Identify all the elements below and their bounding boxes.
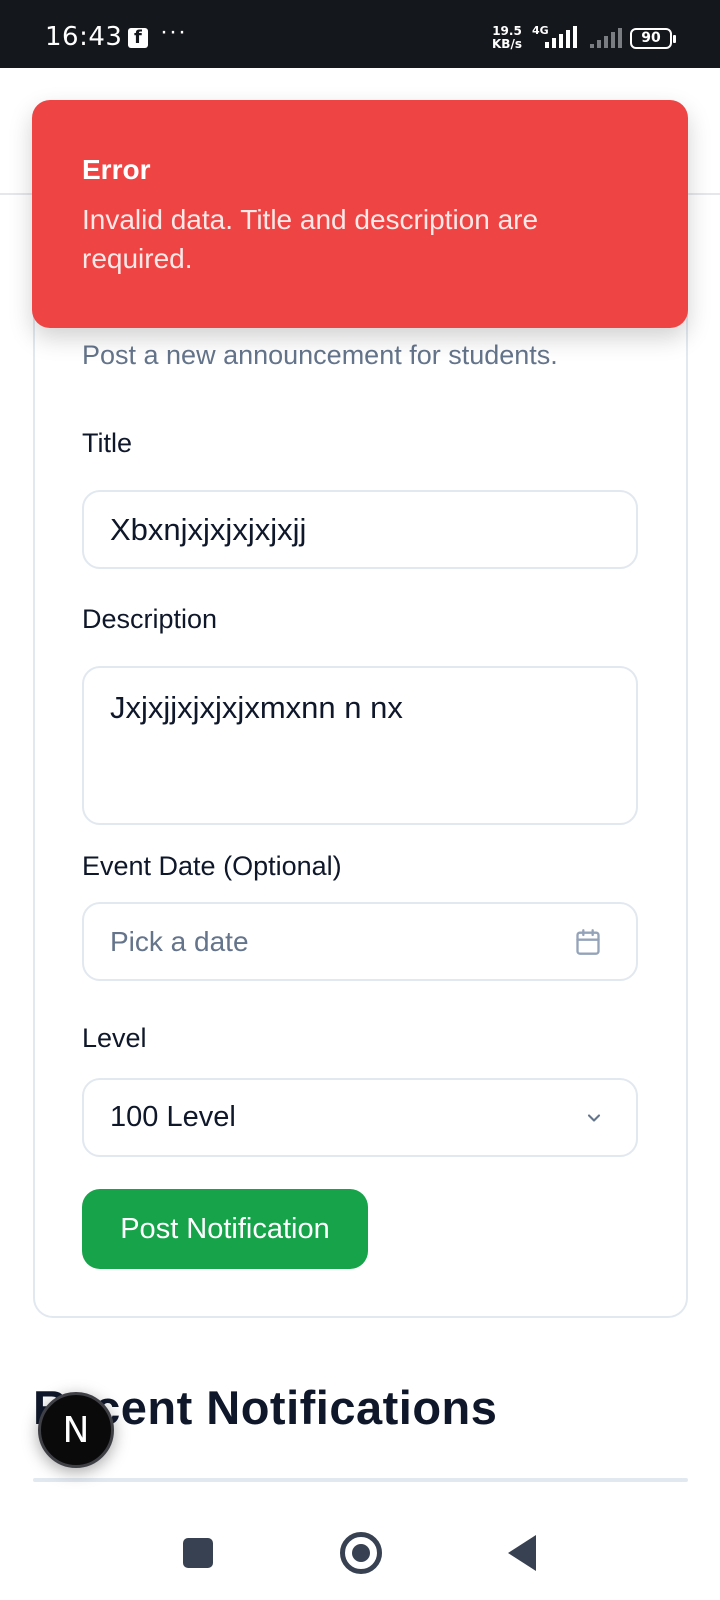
facebook-icon: f <box>128 27 148 48</box>
title-label: Title <box>82 428 133 458</box>
signal-strength-icon <box>545 26 577 48</box>
post-notification-button[interactable]: Post Notification <box>82 1189 368 1269</box>
calendar-icon <box>576 929 600 955</box>
battery-icon: 90 <box>630 28 676 49</box>
event-date-label: Event Date (Optional) <box>82 851 342 881</box>
event-date-placeholder: Pick a date <box>110 925 249 957</box>
card-subtitle: Post a new announcement for students. <box>82 340 558 370</box>
home-button[interactable] <box>340 1532 382 1574</box>
back-button[interactable] <box>508 1535 536 1571</box>
chevron-down-icon <box>587 1114 601 1122</box>
toast-message: Invalid data. Title and description are … <box>82 204 539 274</box>
status-time: 16:43 <box>45 22 123 52</box>
title-input-value: Xbxnjxjxjxjxjxjj <box>110 511 307 547</box>
description-textarea[interactable]: Jxjxjjxjxjxjxmxnn n nx <box>82 666 638 825</box>
network-speed: 19.5 KB/s <box>492 24 522 51</box>
more-notifications-icon: ··· <box>160 18 187 45</box>
event-date-picker[interactable]: Pick a date <box>82 902 638 981</box>
signal-strength-sim2-icon <box>590 28 622 48</box>
level-select[interactable]: 100 Level <box>82 1078 638 1157</box>
status-bar: 16:43 f ··· 19.5 KB/s 4G 90 <box>0 0 720 68</box>
nextjs-dev-indicator-button[interactable]: N <box>38 1392 114 1468</box>
description-label: Description <box>82 604 218 634</box>
title-input[interactable]: Xbxnjxjxjxjxjxjj <box>82 490 638 569</box>
toast-title: Error <box>82 154 151 185</box>
description-textarea-value: Jxjxjjxjxjxjxmxnn n nx <box>110 690 403 725</box>
level-label: Level <box>82 1023 147 1053</box>
level-selected-value: 100 Level <box>110 1101 236 1133</box>
error-toast[interactable]: Error Invalid data. Title and descriptio… <box>32 100 688 328</box>
section-divider <box>33 1478 688 1482</box>
recents-button[interactable] <box>183 1538 213 1568</box>
